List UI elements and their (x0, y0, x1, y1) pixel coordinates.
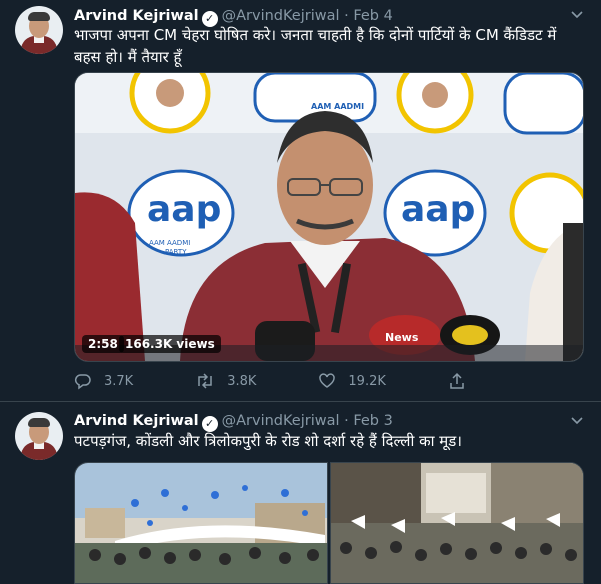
tweet-card[interactable]: Arvind Kejriwal ✓ @ArvindKejriwal · Feb 3 … (0, 402, 601, 584)
road-show-photo (75, 463, 327, 583)
tweet-photo-right[interactable] (330, 462, 584, 584)
svg-text:aap: aap (147, 189, 221, 230)
avatar[interactable] (15, 6, 63, 54)
tweet-video[interactable]: AAM AADMI aap AAM AADMI PARTY aap News 2… (74, 72, 584, 362)
author-name[interactable]: Arvind Kejriwal (74, 413, 199, 429)
author-handle[interactable]: @ArvindKejriwal (222, 413, 340, 429)
like-icon (319, 373, 336, 388)
share-button[interactable] (448, 372, 478, 390)
chevron-down-icon[interactable] (569, 412, 585, 432)
separator: · (344, 8, 349, 24)
like-button[interactable]: 19.2K (318, 372, 386, 390)
retweet-count: 3.8K (227, 373, 257, 389)
retweet-button[interactable]: 3.8K (195, 372, 256, 390)
like-count: 19.2K (348, 373, 386, 389)
reply-count: 3.7K (104, 373, 134, 389)
chevron-down-icon[interactable] (569, 6, 585, 26)
share-icon (450, 372, 464, 389)
crowd-photo (331, 463, 583, 583)
tweet-card[interactable]: Arvind Kejriwal ✓ @ArvindKejriwal · Feb 4 … (0, 0, 601, 402)
tweet-text: भाजपा अपना CM चेहरा घोषित करे। जनता चाहत… (74, 26, 557, 66)
reply-button[interactable]: 3.7K (74, 372, 133, 390)
svg-text:AAM AADMI: AAM AADMI (149, 239, 190, 247)
retweet-icon (198, 373, 212, 389)
mic-label: News (385, 331, 419, 344)
tweet-actions: 3.7K 3.8K 19.2K (74, 372, 540, 390)
svg-text:AAM AADMI: AAM AADMI (311, 102, 364, 111)
tweet-text: पटपड़गंज, कोंडली और त्रिलोकपुरी के रोड श… (74, 432, 462, 450)
video-views: 166.3K views (119, 335, 221, 353)
author-name[interactable]: Arvind Kejriwal (74, 8, 199, 24)
separator: · (344, 413, 349, 429)
tweet-date[interactable]: Feb 4 (353, 8, 393, 24)
video-duration: 2:58 (82, 335, 124, 353)
svg-text:PARTY: PARTY (165, 248, 187, 256)
tweet-header: Arvind Kejriwal ✓ @ArvindKejriwal · Feb 3 (74, 412, 393, 432)
avatar[interactable] (15, 412, 63, 460)
tweet-date[interactable]: Feb 3 (353, 413, 393, 429)
tweet-photo-left[interactable] (74, 462, 328, 584)
video-frame: AAM AADMI aap AAM AADMI PARTY aap News (75, 73, 583, 361)
reply-icon (74, 374, 91, 390)
author-handle[interactable]: @ArvindKejriwal (222, 8, 340, 24)
svg-text:aap: aap (401, 189, 475, 230)
